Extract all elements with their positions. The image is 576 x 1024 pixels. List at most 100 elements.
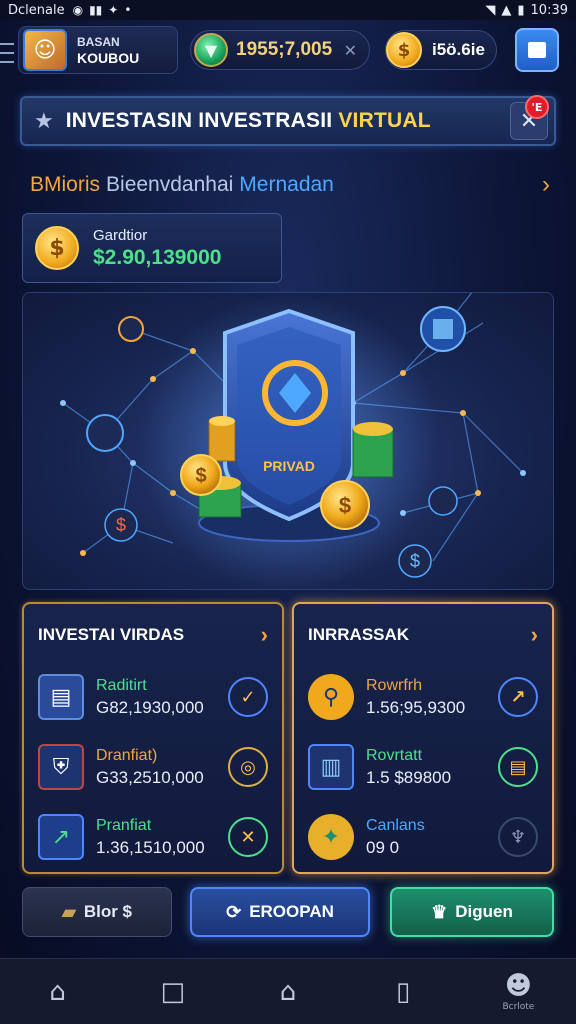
compass-icon: ✦: [308, 814, 354, 860]
nav-house[interactable]: ⌂: [230, 959, 345, 1024]
coin-value: i5ö.6ie: [432, 40, 485, 59]
gem-counter[interactable]: ▼ 1955;7,005 ✕: [190, 30, 370, 70]
wallet-icon: ▰: [61, 901, 76, 922]
banner-title-highlight: VIRTUAL: [338, 109, 431, 132]
list-item[interactable]: ✦ Canlans 09 0 ♆: [308, 808, 538, 866]
trophy-action-button[interactable]: ♛ Diguen: [390, 887, 554, 937]
hero-sign: PRIVAD: [263, 458, 315, 474]
nav-home[interactable]: ⌂: [0, 959, 115, 1024]
row-value: 1.56;95,9300: [366, 698, 466, 717]
coin-icon: $: [35, 226, 79, 270]
more-icon: •: [124, 3, 132, 17]
magnifier-icon: ⚲: [308, 674, 354, 720]
subheader-part-2: Bieenvdanhai: [106, 173, 234, 196]
row-value: G33,2510,000: [96, 768, 204, 787]
usb-icon: ✦: [108, 3, 119, 17]
house-icon: ⌂: [279, 976, 297, 1007]
signal-icon: ▮▮: [89, 3, 103, 17]
carrier-label: Dclenale: [8, 2, 65, 18]
nav-profile[interactable]: ☻ Bcrlote: [461, 959, 576, 1024]
document-button[interactable]: ▤: [498, 747, 538, 787]
panel-header[interactable]: INVESTAI VIRDAS ›: [38, 622, 268, 648]
menu-icon[interactable]: [0, 38, 14, 68]
nav-square[interactable]: □: [115, 959, 230, 1024]
wallet-button[interactable]: ▰ Blor $: [22, 887, 172, 937]
nav-profile-label: Bcrlote: [502, 1001, 535, 1012]
row-value: G82,1930,000: [96, 698, 204, 717]
chevron-right-icon: ›: [530, 622, 538, 647]
section-link[interactable]: BMioris Bieenvdanhai Mernadan ›: [30, 170, 550, 200]
bottom-nav: ⌂ □ ⌂ ▯ ☻ Bcrlote: [0, 958, 576, 1024]
close-icon[interactable]: ✕: [344, 41, 357, 60]
person-icon: ☻: [504, 970, 532, 1001]
trend-button[interactable]: ↗: [498, 677, 538, 717]
trophy-action-label: Diguen: [455, 902, 513, 921]
row-name: Dranfiat): [96, 747, 158, 764]
wallet-button-label: Blor $: [83, 902, 133, 921]
star-icon[interactable]: ★: [34, 109, 54, 134]
exchange-button-label: EROOPAN: [249, 902, 334, 921]
trophy-button[interactable]: ♆: [498, 817, 538, 857]
gem-value: 1955;7,005: [236, 39, 333, 60]
panel-header[interactable]: INRRASSAK ›: [308, 622, 538, 648]
list-item[interactable]: ▤ Raditirt G82,1930,000 ✓: [38, 668, 268, 726]
wifi-icon: ◥: [485, 2, 496, 18]
top-bar: ☺ BASAN KOUBOU ▼ 1955;7,005 ✕ $ i5ö.6ie: [0, 22, 576, 78]
svg-text:$: $: [116, 515, 126, 535]
cell-icon: ▲: [501, 2, 512, 18]
profile-line-2: KOUBOU: [77, 50, 140, 66]
svg-text:$: $: [339, 493, 351, 518]
subheader-part-3: Mernadan: [239, 173, 334, 196]
chart-up-icon: ↗: [38, 814, 84, 860]
balance-card: $ Gardtior $2.90,139000: [22, 213, 282, 283]
panel-title: INVESTAI VIRDAS: [38, 625, 185, 644]
coin-button[interactable]: ◎: [228, 747, 268, 787]
row-name: Raditirt: [96, 677, 147, 694]
balance-label: Gardtior: [93, 226, 148, 244]
list-item[interactable]: ↗ Pranfiat 1.36,1510,000 ✕: [38, 808, 268, 866]
exchange-icon: ⟳: [226, 901, 242, 922]
balance-value: $2.90,139000: [93, 245, 222, 269]
nav-map[interactable]: ▯: [346, 959, 461, 1024]
subheader-part-1: BMioris: [30, 173, 101, 196]
exchange-button[interactable]: ⟳ EROOPAN: [190, 887, 370, 937]
stack-icon: ▤: [38, 674, 84, 720]
profile-card[interactable]: ☺ BASAN KOUBOU: [18, 26, 178, 74]
target-icon: ◉: [72, 3, 84, 17]
save-icon: [528, 42, 546, 58]
clock: 10:39: [530, 2, 568, 18]
coin-counter[interactable]: $ i5ö.6ie: [385, 30, 497, 70]
svg-text:$: $: [195, 465, 206, 487]
row-value: 1.5 $89800: [366, 768, 452, 787]
shield-icon: ⛨: [38, 744, 84, 790]
banner-close-button[interactable]: ✕ 'E: [510, 95, 549, 140]
save-button[interactable]: [515, 28, 559, 72]
gem-icon: ▼: [194, 33, 228, 67]
square-icon: □: [160, 976, 186, 1007]
chevron-right-icon: ›: [260, 622, 268, 647]
check-button[interactable]: ✓: [228, 677, 268, 717]
home-icon: ⌂: [49, 976, 66, 1007]
notification-badge: 'E: [525, 95, 549, 119]
status-icons: ◉ ▮▮ ✦ •: [73, 3, 132, 17]
chevron-right-icon: ›: [542, 171, 550, 198]
investment-panel-left[interactable]: INVESTAI VIRDAS › ▤ Raditirt G82,1930,00…: [22, 602, 284, 874]
banner-title: INVESTASIN INVESTRASII VIRTUAL: [66, 109, 431, 133]
coin-icon: $: [386, 32, 422, 68]
bar-chart-icon: ▥: [308, 744, 354, 790]
list-item[interactable]: ⚲ Rowrfrh 1.56;95,9300 ↗: [308, 668, 538, 726]
tools-button[interactable]: ✕: [228, 817, 268, 857]
battery-icon: ▮: [517, 2, 525, 18]
investment-panel-right[interactable]: INRRASSAK › ⚲ Rowrfrh 1.56;95,9300 ↗ ▥ R…: [292, 602, 554, 874]
row-value: 1.36,1510,000: [96, 838, 205, 857]
hero-illustration: $ $ PRIVAD $ $: [22, 292, 554, 590]
row-name: Pranfiat: [96, 817, 152, 834]
profile-line-1: BASAN: [77, 35, 120, 49]
row-name: Rovrtatt: [366, 747, 423, 764]
title-banner: ★ INVESTASIN INVESTRASII VIRTUAL ✕ 'E: [20, 95, 556, 146]
map-icon: ▯: [396, 976, 411, 1007]
list-item[interactable]: ⛨ Dranfiat) G33,2510,000 ◎: [38, 738, 268, 796]
svg-text:$: $: [410, 551, 420, 571]
action-bar: ▰ Blor $ ⟳ EROOPAN ♛ Diguen: [22, 887, 554, 939]
list-item[interactable]: ▥ Rovrtatt 1.5 $89800 ▤: [308, 738, 538, 796]
